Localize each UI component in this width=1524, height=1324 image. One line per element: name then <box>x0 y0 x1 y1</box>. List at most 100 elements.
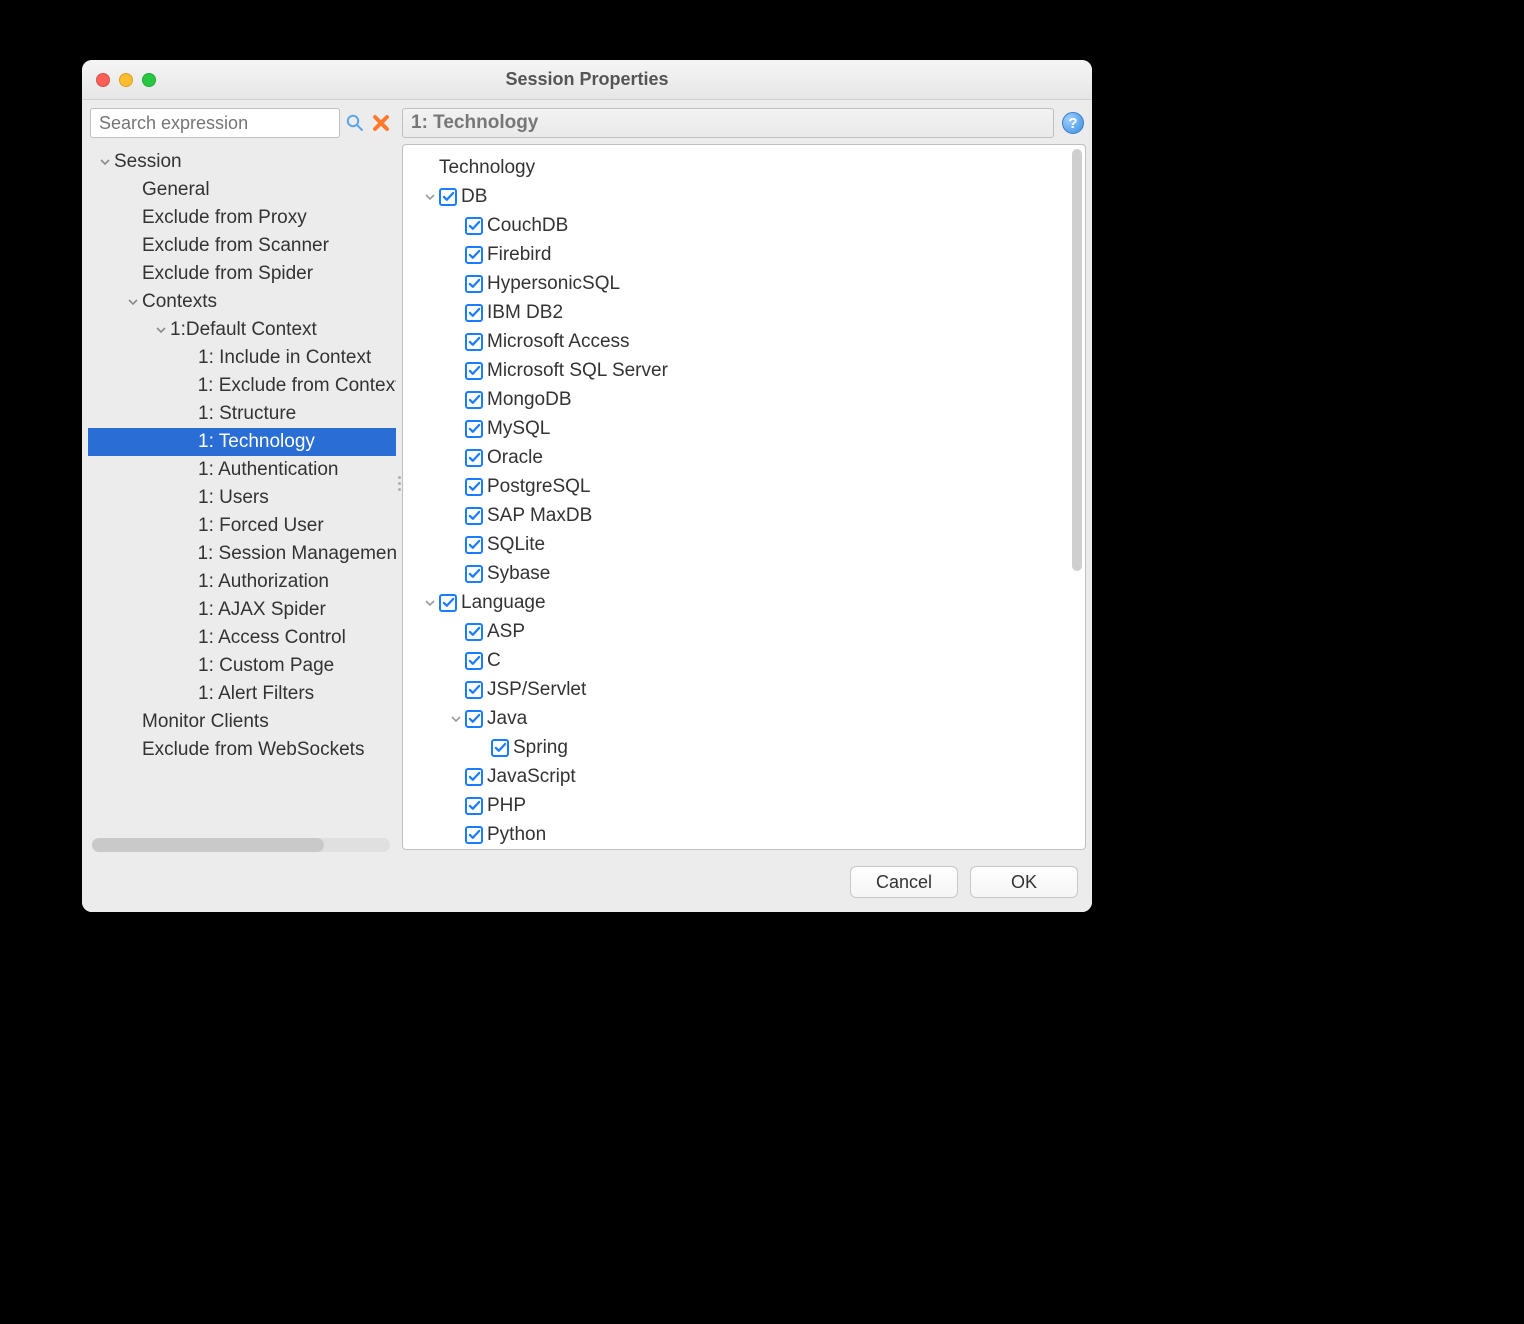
technology-item[interactable]: Oracle <box>421 443 1079 472</box>
nav-tree-item[interactable]: 1: Technology <box>88 428 396 456</box>
technology-item[interactable]: ASP <box>421 617 1079 646</box>
technology-item[interactable]: JavaScript <box>421 762 1079 791</box>
technology-item[interactable]: HypersonicSQL <box>421 269 1079 298</box>
zoom-window-button[interactable] <box>142 73 156 87</box>
technology-item[interactable]: Firebird <box>421 240 1079 269</box>
checkbox[interactable] <box>439 594 457 612</box>
clear-icon[interactable] <box>370 110 392 136</box>
sidebar: SessionGeneralExclude from ProxyExclude … <box>88 106 396 860</box>
checkbox[interactable] <box>465 478 483 496</box>
checkbox[interactable] <box>465 275 483 293</box>
nav-tree-item[interactable]: Contexts <box>88 288 396 316</box>
chevron-down-icon[interactable] <box>96 156 114 168</box>
checkbox[interactable] <box>465 217 483 235</box>
search-icon[interactable] <box>344 110 366 136</box>
checkbox[interactable] <box>465 333 483 351</box>
checkbox[interactable] <box>465 362 483 380</box>
technology-root: Technology <box>421 153 1079 182</box>
ok-button[interactable]: OK <box>970 866 1078 898</box>
detail-pane: 1: Technology ? TechnologyDBCouchDBFireb… <box>402 106 1086 860</box>
checkbox[interactable] <box>439 188 457 206</box>
technology-label: C <box>487 647 501 675</box>
nav-tree-item[interactable]: 1: Users <box>88 484 396 512</box>
nav-tree-item[interactable]: Session <box>88 148 396 176</box>
nav-tree-label: 1: Session Management <box>197 540 396 568</box>
technology-item[interactable]: Language <box>421 588 1079 617</box>
chevron-down-icon[interactable] <box>421 597 439 609</box>
chevron-down-icon[interactable] <box>447 713 465 725</box>
nav-tree-label: Exclude from Proxy <box>142 204 307 232</box>
technology-item[interactable]: PHP <box>421 791 1079 820</box>
checkbox[interactable] <box>465 565 483 583</box>
nav-tree-item[interactable]: 1: Custom Page <box>88 652 396 680</box>
technology-item[interactable]: MySQL <box>421 414 1079 443</box>
nav-tree-item[interactable]: 1: Authorization <box>88 568 396 596</box>
technology-item[interactable]: Python <box>421 820 1079 849</box>
checkbox[interactable] <box>465 681 483 699</box>
technology-item[interactable]: MongoDB <box>421 385 1079 414</box>
technology-item[interactable]: CouchDB <box>421 211 1079 240</box>
nav-tree[interactable]: SessionGeneralExclude from ProxyExclude … <box>88 144 396 832</box>
nav-tree-item[interactable]: Exclude from WebSockets <box>88 736 396 764</box>
checkbox[interactable] <box>465 536 483 554</box>
nav-tree-item[interactable]: 1: Structure <box>88 400 396 428</box>
checkbox[interactable] <box>465 710 483 728</box>
technology-item[interactable]: SAP MaxDB <box>421 501 1079 530</box>
nav-tree-item[interactable]: 1: Alert Filters <box>88 680 396 708</box>
checkbox[interactable] <box>465 652 483 670</box>
horizontal-scrollbar[interactable] <box>92 838 390 852</box>
nav-tree-item[interactable]: 1: Access Control <box>88 624 396 652</box>
search-input[interactable] <box>90 108 340 138</box>
nav-tree-item[interactable]: 1: Session Management <box>88 540 396 568</box>
checkbox[interactable] <box>465 797 483 815</box>
technology-item[interactable]: Spring <box>421 733 1079 762</box>
nav-tree-item[interactable]: 1: Authentication <box>88 456 396 484</box>
chevron-down-icon[interactable] <box>421 191 439 203</box>
checkbox[interactable] <box>465 826 483 844</box>
nav-tree-item[interactable]: 1: Include in Context <box>88 344 396 372</box>
minimize-window-button[interactable] <box>119 73 133 87</box>
nav-tree-label: 1: Custom Page <box>198 652 334 680</box>
chevron-down-icon[interactable] <box>152 324 170 336</box>
technology-item[interactable]: Microsoft SQL Server <box>421 356 1079 385</box>
titlebar: Session Properties <box>82 60 1092 100</box>
technology-tree[interactable]: TechnologyDBCouchDBFirebirdHypersonicSQL… <box>403 145 1085 849</box>
technology-label: ASP <box>487 618 525 646</box>
nav-tree-item[interactable]: 1: AJAX Spider <box>88 596 396 624</box>
checkbox[interactable] <box>465 391 483 409</box>
checkbox[interactable] <box>465 768 483 786</box>
nav-tree-item[interactable]: Exclude from Spider <box>88 260 396 288</box>
horizontal-scrollbar-thumb[interactable] <box>92 838 324 852</box>
checkbox[interactable] <box>465 246 483 264</box>
technology-item[interactable]: Microsoft Access <box>421 327 1079 356</box>
nav-tree-item[interactable]: 1:Default Context <box>88 316 396 344</box>
technology-item[interactable]: SQLite <box>421 530 1079 559</box>
checkbox[interactable] <box>465 449 483 467</box>
checkbox[interactable] <box>465 507 483 525</box>
checkbox[interactable] <box>465 420 483 438</box>
checkbox[interactable] <box>465 304 483 322</box>
nav-tree-item[interactable]: General <box>88 176 396 204</box>
checkbox[interactable] <box>465 623 483 641</box>
checkbox[interactable] <box>491 739 509 757</box>
technology-item[interactable]: PostgreSQL <box>421 472 1079 501</box>
cancel-button[interactable]: Cancel <box>850 866 958 898</box>
technology-item[interactable]: Sybase <box>421 559 1079 588</box>
nav-tree-item[interactable]: Exclude from Proxy <box>88 204 396 232</box>
nav-tree-label: 1: Users <box>198 484 269 512</box>
close-window-button[interactable] <box>96 73 110 87</box>
technology-label: Spring <box>513 734 568 762</box>
vertical-scrollbar[interactable] <box>1072 149 1082 571</box>
technology-item[interactable]: C <box>421 646 1079 675</box>
nav-tree-item[interactable]: 1: Exclude from Context <box>88 372 396 400</box>
technology-item[interactable]: IBM DB2 <box>421 298 1079 327</box>
technology-item[interactable]: DB <box>421 182 1079 211</box>
help-icon[interactable]: ? <box>1062 112 1084 134</box>
nav-tree-item[interactable]: 1: Forced User <box>88 512 396 540</box>
technology-panel: TechnologyDBCouchDBFirebirdHypersonicSQL… <box>402 144 1086 850</box>
technology-item[interactable]: Java <box>421 704 1079 733</box>
chevron-down-icon[interactable] <box>124 296 142 308</box>
nav-tree-item[interactable]: Monitor Clients <box>88 708 396 736</box>
technology-item[interactable]: JSP/Servlet <box>421 675 1079 704</box>
nav-tree-item[interactable]: Exclude from Scanner <box>88 232 396 260</box>
